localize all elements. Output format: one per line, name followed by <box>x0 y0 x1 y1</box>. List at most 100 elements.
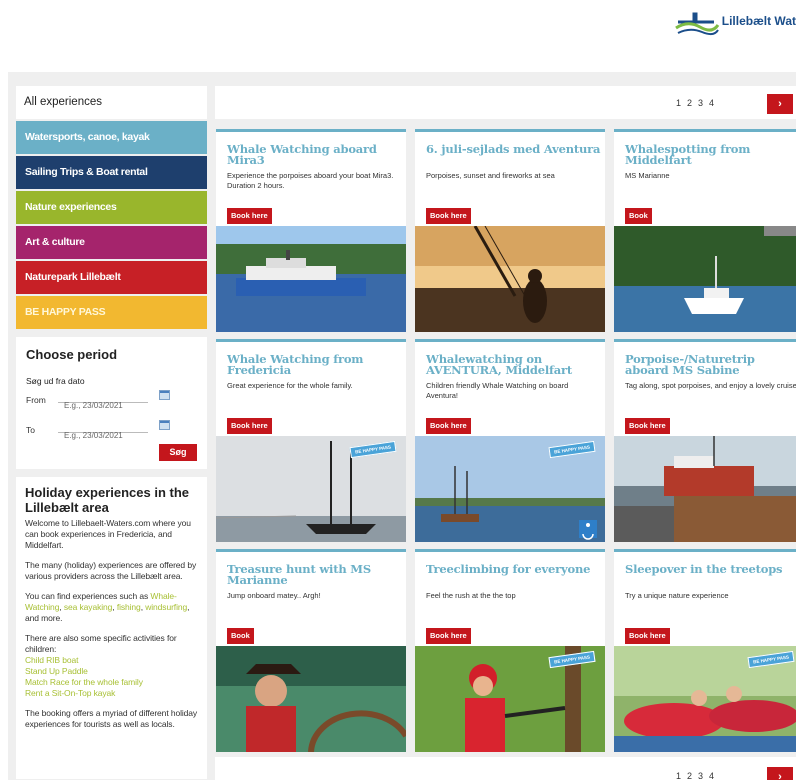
next-page-button[interactable]: › <box>767 94 793 114</box>
all-experiences-link[interactable]: All experiences <box>16 86 207 119</box>
card-title[interactable]: Whale Watching from Fredericia <box>227 353 402 376</box>
card-description: Try a unique nature experience <box>625 591 729 600</box>
search-button[interactable]: Søg <box>159 444 197 461</box>
page-1[interactable]: 1 <box>676 98 681 108</box>
page-3[interactable]: 3 <box>698 771 703 780</box>
card-title[interactable]: Treeclimbing for everyone <box>426 563 601 575</box>
from-label: From <box>26 395 46 405</box>
to-date-input[interactable]: E.g., 23/03/2021 <box>58 418 148 440</box>
experience-card[interactable]: Treeclimbing for everyone Feel the rush … <box>415 549 605 752</box>
card-photo[interactable] <box>614 226 796 332</box>
card-photo[interactable] <box>216 226 406 332</box>
holiday-title: Holiday experiences in the Lillebælt are… <box>25 485 190 515</box>
experience-card[interactable]: Whale Watching aboard Mira3 Experience t… <box>216 129 406 332</box>
page-numbers: 1 2 3 4 <box>676 98 714 108</box>
category-art-culture[interactable]: Art & culture <box>16 226 207 259</box>
holiday-booking: The booking offers a myriad of different… <box>25 708 198 729</box>
to-row: To E.g., 23/03/2021 <box>26 418 197 440</box>
from-placeholder: E.g., 23/03/2021 <box>64 401 123 410</box>
pagination-bottom: 1 2 3 4 › <box>215 757 796 780</box>
page-1[interactable]: 1 <box>676 771 681 780</box>
category-sailing-trips[interactable]: Sailing Trips & Boat rental <box>16 156 207 189</box>
card-description: Feel the rush at the the top <box>426 591 516 600</box>
card-title[interactable]: Whalespotting from Middelfart <box>625 143 796 166</box>
page-2[interactable]: 2 <box>687 98 692 108</box>
top-bar: Lillebælt Wat <box>0 0 796 60</box>
holiday-children: There are also some specific activities … <box>25 633 198 699</box>
experience-card[interactable]: Treasure hunt with MS Marianne Jump onbo… <box>216 549 406 752</box>
card-title[interactable]: Porpoise-/Naturetrip aboard MS Sabine <box>625 353 796 376</box>
book-button[interactable]: Book here <box>227 208 272 224</box>
card-description: Experience the porpoises aboard your boa… <box>227 171 394 190</box>
link-stand-up-paddle[interactable]: Stand Up Paddle <box>25 666 198 677</box>
experience-card[interactable]: Whalewatching on AVENTURA, Middelfart Ch… <box>415 339 605 542</box>
page-3[interactable]: 3 <box>698 98 703 108</box>
logo-name: Lillebælt Wat <box>721 14 796 28</box>
link-windsurfing[interactable]: windsurfing <box>145 602 187 612</box>
experience-card[interactable]: 6. juli-sejlads med Aventura Porpoises, … <box>415 129 605 332</box>
category-nature[interactable]: Nature experiences <box>16 191 207 224</box>
card-photo[interactable]: BE HAPPY PASS <box>415 646 605 752</box>
activities-text: You can find experiences such as <box>25 591 151 601</box>
calendar-icon[interactable] <box>159 390 170 400</box>
book-button[interactable]: Book here <box>426 628 471 644</box>
card-title[interactable]: Treasure hunt with MS Marianne <box>227 563 402 586</box>
card-description: Tag along, spot porpoises, and enjoy a l… <box>625 381 796 390</box>
children-text: There are also some specific activities … <box>25 633 177 654</box>
to-placeholder: E.g., 23/03/2021 <box>64 431 123 440</box>
pagination-top: 1 2 3 4 › <box>215 86 796 119</box>
book-button[interactable]: Book <box>227 628 254 644</box>
book-button[interactable]: Book here <box>426 418 471 434</box>
card-photo[interactable] <box>614 436 796 542</box>
from-date-input[interactable]: E.g., 23/03/2021 <box>58 388 148 410</box>
card-description: Great experience for the whole family. <box>227 381 353 390</box>
card-photo[interactable] <box>415 226 605 332</box>
from-row: From E.g., 23/03/2021 <box>26 388 197 410</box>
card-title[interactable]: Whale Watching aboard Mira3 <box>227 143 402 166</box>
next-page-button[interactable]: › <box>767 767 793 780</box>
card-photo[interactable]: BE HAPPY PASS <box>216 436 406 542</box>
card-description: Children friendly Whale Watching on boar… <box>426 381 569 400</box>
card-title[interactable]: 6. juli-sejlads med Aventura <box>426 143 601 155</box>
book-button[interactable]: Book <box>625 208 652 224</box>
page-4[interactable]: 4 <box>709 771 714 780</box>
link-fishing[interactable]: fishing <box>117 602 141 612</box>
card-photo[interactable]: BE HAPPY PASS <box>415 436 605 542</box>
book-button[interactable]: Book here <box>625 418 670 434</box>
sidebar: All experiences Watersports, canoe, kaya… <box>16 86 207 779</box>
period-title: Choose period <box>26 347 118 362</box>
holiday-providers: The many (holiday) experiences are offer… <box>25 560 197 581</box>
book-button[interactable]: Book here <box>625 628 670 644</box>
calendar-icon[interactable] <box>159 420 170 430</box>
site-logo[interactable]: Lillebælt Wat <box>674 6 796 40</box>
book-button[interactable]: Book here <box>426 208 471 224</box>
holiday-intro: Welcome to Lillebaelt-Waters.com where y… <box>25 518 191 550</box>
card-title[interactable]: Whalewatching on AVENTURA, Middelfart <box>426 353 601 376</box>
experience-card[interactable]: Sleepover in the treetops Try a unique n… <box>614 549 796 752</box>
page-4[interactable]: 4 <box>709 98 714 108</box>
link-sea-kayaking[interactable]: sea kayaking <box>64 602 113 612</box>
experience-card[interactable]: Whale Watching from Fredericia Great exp… <box>216 339 406 542</box>
link-rent-kayak[interactable]: Rent a Sit-On-Top kayak <box>25 688 198 699</box>
category-naturepark[interactable]: Naturepark Lillebælt <box>16 261 207 294</box>
link-child-rib-boat[interactable]: Child RIB boat <box>25 655 198 666</box>
experience-card[interactable]: Whalespotting from Middelfart MS Mariann… <box>614 129 796 332</box>
card-title[interactable]: Sleepover in the treetops <box>625 563 796 575</box>
card-description: Porpoises, sunset and fireworks at sea <box>426 171 555 180</box>
card-photo[interactable]: BE HAPPY PASS <box>614 646 796 752</box>
link-match-race[interactable]: Match Race for the whole family <box>25 677 198 688</box>
holiday-info-panel: Holiday experiences in the Lillebælt are… <box>16 477 207 779</box>
experience-card[interactable]: Porpoise-/Naturetrip aboard MS Sabine Ta… <box>614 339 796 542</box>
card-description: Jump onboard matey.. Argh! <box>227 591 321 600</box>
card-description: MS Marianne <box>625 171 670 180</box>
holiday-activities: You can find experiences such as Whale-W… <box>25 591 190 623</box>
category-watersports[interactable]: Watersports, canoe, kayak <box>16 121 207 154</box>
book-button[interactable]: Book here <box>227 418 272 434</box>
logo-tagline <box>722 28 796 32</box>
to-label: To <box>26 425 35 435</box>
page-2[interactable]: 2 <box>687 771 692 780</box>
card-photo[interactable] <box>216 646 406 752</box>
category-be-happy-pass[interactable]: BE HAPPY PASS <box>16 296 207 329</box>
logo-mark-icon <box>674 12 720 36</box>
page-numbers: 1 2 3 4 <box>676 771 714 780</box>
